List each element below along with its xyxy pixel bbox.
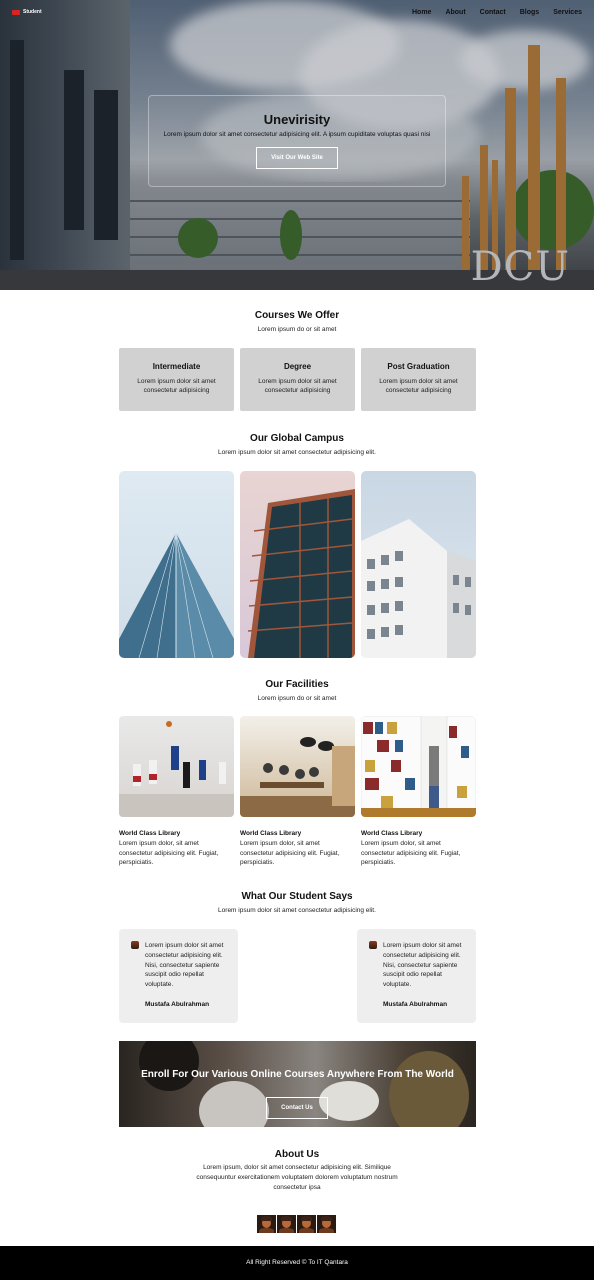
- team-member-avatar[interactable]: [297, 1215, 316, 1233]
- hero-card: Unevirisity Lorem ipsum dolor sit amet c…: [148, 95, 446, 187]
- facility-title: World Class Library: [240, 830, 302, 837]
- testimonial-card: Lorem ipsum dolor sit amet consectetur a…: [357, 929, 476, 1023]
- campus-subtitle: Lorem ipsum dolor sit amet consectetur a…: [218, 449, 376, 456]
- hero-section: DCU Student Home About Contact Blogs Ser…: [0, 0, 594, 290]
- avatar: [131, 941, 139, 949]
- visit-website-button[interactable]: Visit Our Web Site: [256, 147, 338, 169]
- campus-image-2: [240, 471, 355, 658]
- testimonial-card: Lorem ipsum dolor sit amet consectetur a…: [119, 929, 238, 1023]
- testimonial-author: Mustafa Abulrahman: [383, 1001, 448, 1008]
- team-member-avatar[interactable]: [257, 1215, 276, 1233]
- footer: All Right Reserved © To IT Qantara: [0, 1246, 594, 1280]
- campus-image-3: [361, 471, 476, 658]
- footer-copyright: All Right Reserved © To IT Qantara: [246, 1259, 348, 1266]
- hero-subtitle: Lorem ipsum dolor sit amet consectetur a…: [163, 131, 431, 138]
- team-avatars: [257, 1215, 336, 1233]
- course-card-degree[interactable]: Degree Lorem ipsum dolor sit amet consec…: [240, 348, 355, 411]
- testimonial-quote: Lorem ipsum dolor sit amet consectetur a…: [145, 942, 224, 989]
- course-title: Post Graduation: [387, 362, 450, 371]
- about-text: Lorem ipsum, dolor sit amet consectetur …: [196, 1164, 398, 1191]
- team-member-avatar[interactable]: [317, 1215, 336, 1233]
- top-navbar: Student Home About Contact Blogs Service…: [0, 0, 594, 24]
- banner-person: [139, 1041, 199, 1091]
- enroll-banner: Enroll For Our Various Online Courses An…: [119, 1041, 476, 1127]
- enroll-title: Enroll For Our Various Online Courses An…: [141, 1069, 454, 1080]
- course-title: Intermediate: [152, 362, 201, 371]
- campus-building-glass-pyramid: [119, 532, 234, 658]
- campus-image-1: [119, 471, 234, 658]
- course-card-post-graduation[interactable]: Post Graduation Lorem ipsum dolor sit am…: [361, 348, 476, 411]
- testimonials-title: What Our Student Says: [241, 891, 353, 902]
- basketball-players: [119, 721, 234, 817]
- facility-image-library: [361, 716, 476, 817]
- team-member-avatar[interactable]: [277, 1215, 296, 1233]
- course-title: Degree: [283, 362, 312, 371]
- campus-title: Our Global Campus: [250, 433, 344, 444]
- course-desc: Lorem ipsum dolor sit amet consectetur a…: [258, 378, 337, 394]
- hero-title: Unevirisity: [263, 112, 331, 127]
- testimonial-quote: Lorem ipsum dolor sit amet consectetur a…: [383, 942, 462, 989]
- nav-link-contact[interactable]: Contact: [480, 9, 506, 16]
- facility-desc: Lorem ipsum dolor, sit amet consectetur …: [119, 840, 219, 866]
- courses-subtitle: Lorem ipsum do or sit amet: [257, 326, 337, 333]
- library-bookshelves: [361, 716, 476, 817]
- facility-image-sports: [119, 716, 234, 817]
- about-title: About Us: [274, 1149, 320, 1160]
- courses-title: Courses We Offer: [254, 310, 340, 321]
- course-desc: Lorem ipsum dolor sit amet consectetur a…: [379, 378, 458, 394]
- facility-title: World Class Library: [119, 830, 181, 837]
- avatar: [369, 941, 377, 949]
- testimonial-author: Mustafa Abulrahman: [145, 1001, 210, 1008]
- nav-link-services[interactable]: Services: [553, 9, 582, 16]
- facility-desc: Lorem ipsum dolor, sit amet consectetur …: [361, 840, 461, 866]
- facilities-title: Our Facilities: [265, 679, 329, 690]
- nav-link-home[interactable]: Home: [412, 9, 431, 16]
- course-card-intermediate[interactable]: Intermediate Lorem ipsum dolor sit amet …: [119, 348, 234, 411]
- facilities-subtitle: Lorem ipsum do or sit amet: [257, 695, 337, 702]
- banner-notebook: [319, 1081, 379, 1121]
- banner-laptop: [199, 1081, 269, 1127]
- banner-person: [389, 1051, 469, 1127]
- contact-us-button[interactable]: Contact Us: [266, 1097, 328, 1119]
- logo-text: Student: [23, 9, 42, 15]
- nav-link-blogs[interactable]: Blogs: [520, 9, 539, 16]
- facility-image-cafe: [240, 716, 355, 817]
- campus-building-white-blocks: [361, 519, 476, 658]
- testimonials-subtitle: Lorem ipsum dolor sit amet consectetur a…: [218, 907, 376, 914]
- site-logo[interactable]: Student: [12, 9, 42, 15]
- cafe-study-room: [240, 737, 355, 817]
- facility-desc: Lorem ipsum dolor, sit amet consectetur …: [240, 840, 340, 866]
- logo-icon: [12, 9, 20, 15]
- campus-building-glass-tower: [247, 489, 355, 658]
- course-desc: Lorem ipsum dolor sit amet consectetur a…: [137, 378, 216, 394]
- nav-link-about[interactable]: About: [445, 9, 465, 16]
- facility-title: World Class Library: [361, 830, 423, 837]
- nav-links: Home About Contact Blogs Services: [412, 9, 582, 16]
